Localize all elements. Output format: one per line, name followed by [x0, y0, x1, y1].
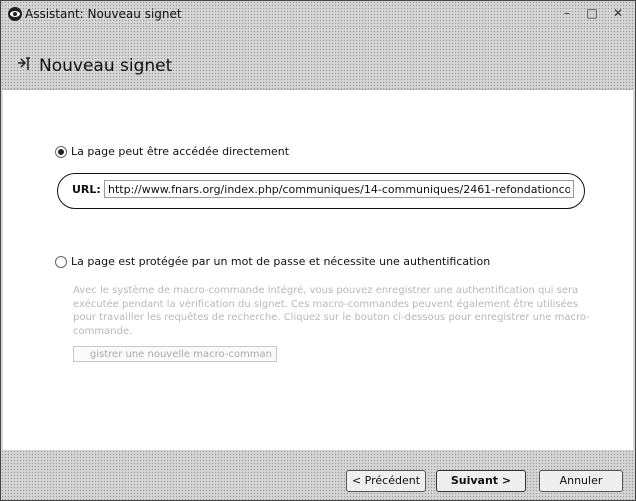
protected-access-label: La page est protégée par un mot de passe… — [71, 255, 491, 268]
app-eye-icon — [8, 7, 22, 21]
url-label: URL: — [72, 183, 101, 196]
minimize-icon[interactable]: – — [556, 4, 578, 22]
cancel-button[interactable]: Annuler — [539, 470, 623, 492]
close-icon[interactable]: ✕ — [607, 4, 629, 22]
wizard-header: Nouveau signet — [1, 27, 635, 89]
direct-access-radio[interactable] — [55, 146, 67, 158]
direct-access-label: La page peut être accédée directement — [71, 145, 290, 158]
record-macro-button[interactable]: gistrer une nouvelle macro-comman — [73, 346, 277, 362]
wizard-window: Assistant: Nouveau signet – □ ✕ Nouveau … — [0, 0, 636, 501]
page-title: Nouveau signet — [39, 56, 173, 76]
url-input[interactable] — [104, 180, 574, 198]
macro-description: Avec le système de macro-commande intégr… — [73, 285, 590, 337]
wizard-footer: < Précédent Suivant > Annuler — [1, 450, 635, 500]
wizard-content: La page peut être accédée directement UR… — [3, 89, 633, 450]
bookmark-pin-icon — [18, 57, 30, 70]
url-row: URL: — [57, 173, 585, 209]
previous-button[interactable]: < Précédent — [346, 470, 426, 492]
title-bar[interactable]: Assistant: Nouveau signet – □ ✕ — [1, 1, 635, 27]
maximize-icon[interactable]: □ — [581, 4, 603, 22]
window-title: Assistant: Nouveau signet — [25, 7, 182, 21]
next-button[interactable]: Suivant > — [436, 470, 526, 492]
protected-access-radio[interactable] — [55, 256, 67, 268]
